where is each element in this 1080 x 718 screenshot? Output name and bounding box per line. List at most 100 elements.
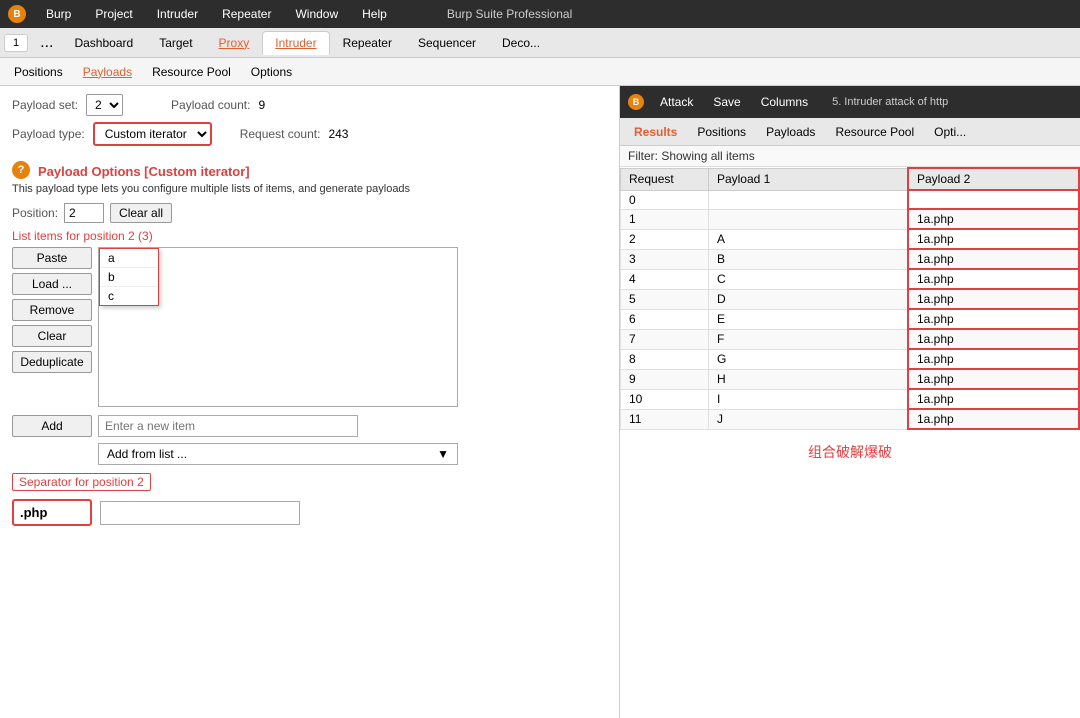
attack-tab-options[interactable]: Opti... [924, 122, 976, 142]
payload-set-row: Payload set: 2 1 3 Payload count: 9 [12, 94, 607, 116]
sub-tab-positions[interactable]: Positions [4, 62, 73, 82]
tab-dots[interactable]: ... [32, 34, 61, 52]
table-row[interactable]: 8G1a.php [621, 349, 1080, 369]
attack-tab-results[interactable]: Results [624, 122, 687, 142]
add-input[interactable] [98, 415, 358, 437]
table-row[interactable]: 5D1a.php [621, 289, 1080, 309]
cell-request: 1 [621, 209, 709, 229]
attack-menu-attack[interactable]: Attack [656, 93, 697, 111]
cell-payload1 [708, 190, 908, 209]
deduplicate-button[interactable]: Deduplicate [12, 351, 92, 373]
cell-payload1: G [708, 349, 908, 369]
list-area: Paste Load ... Remove Clear Deduplicate … [12, 247, 607, 407]
add-button[interactable]: Add [12, 415, 92, 437]
cell-request: 2 [621, 229, 709, 249]
cell-payload2: 1a.php [908, 309, 1079, 329]
separator-input[interactable] [12, 499, 92, 526]
tab-decoder[interactable]: Deco... [489, 31, 553, 55]
list-item[interactable]: b [100, 268, 158, 287]
menu-project[interactable]: Project [91, 5, 136, 23]
tab-target[interactable]: Target [146, 31, 205, 55]
table-row[interactable]: 2A1a.php [621, 229, 1080, 249]
chinese-text: 组合破解爆破 [620, 430, 1080, 474]
col-header-payload2[interactable]: Payload 2 [908, 168, 1079, 190]
results-table: Request Payload 1 Payload 2 011a.php2A1a… [620, 167, 1080, 430]
tab-proxy[interactable]: Proxy [206, 31, 263, 55]
list-header: List items for position 2 (3) [12, 229, 607, 243]
cell-payload2: 1a.php [908, 409, 1079, 429]
burp-logo: B [8, 5, 26, 23]
list-item[interactable]: c [100, 287, 158, 305]
cell-request: 6 [621, 309, 709, 329]
tab-intruder[interactable]: Intruder [262, 31, 329, 55]
menu-intruder[interactable]: Intruder [153, 5, 202, 23]
tab-number: 1 [4, 34, 28, 52]
remove-button[interactable]: Remove [12, 299, 92, 321]
cell-request: 8 [621, 349, 709, 369]
separator-section: Separator for position 2 [12, 473, 607, 526]
payload-type-row: Payload type: Custom iterator Simple lis… [12, 122, 607, 146]
results-table-container[interactable]: Request Payload 1 Payload 2 011a.php2A1a… [620, 167, 1080, 718]
cell-payload1: B [708, 249, 908, 269]
table-row[interactable]: 3B1a.php [621, 249, 1080, 269]
attack-menu-columns[interactable]: Columns [757, 93, 812, 111]
attack-logo: B [628, 94, 644, 110]
separator-label: Separator for position 2 [12, 473, 151, 491]
attack-menu-save[interactable]: Save [709, 93, 744, 111]
main-content: Payload set: 2 1 3 Payload count: 9 Payl… [0, 86, 1080, 718]
tab-sequencer[interactable]: Sequencer [405, 31, 489, 55]
sub-tab-options[interactable]: Options [241, 62, 302, 82]
right-panel: B Attack Save Columns 5. Intruder attack… [620, 86, 1080, 718]
tab-dashboard[interactable]: Dashboard [61, 31, 146, 55]
payload-set-select[interactable]: 2 1 3 [86, 94, 123, 116]
menu-burp[interactable]: Burp [42, 5, 75, 23]
attack-tab-positions[interactable]: Positions [687, 122, 756, 142]
section-title: Payload Options [Custom iterator] [38, 164, 250, 179]
menu-repeater[interactable]: Repeater [218, 5, 275, 23]
dropdown-arrow-icon: ▼ [437, 447, 449, 461]
table-row[interactable]: 4C1a.php [621, 269, 1080, 289]
table-row[interactable]: 7F1a.php [621, 329, 1080, 349]
tab-repeater[interactable]: Repeater [330, 31, 405, 55]
payload-set-label: Payload set: [12, 98, 78, 112]
table-row[interactable]: 9H1a.php [621, 369, 1080, 389]
col-header-payload1[interactable]: Payload 1 [708, 168, 908, 190]
table-row[interactable]: 0 [621, 190, 1080, 209]
filter-bar: Filter: Showing all items [620, 146, 1080, 167]
cell-payload2: 1a.php [908, 329, 1079, 349]
table-row[interactable]: 6E1a.php [621, 309, 1080, 329]
table-row[interactable]: 10I1a.php [621, 389, 1080, 409]
clear-all-button[interactable]: Clear all [110, 203, 172, 223]
list-box: a b c ▶ [98, 247, 458, 407]
separator-extra-input[interactable] [100, 501, 300, 525]
help-icon[interactable]: ? [12, 161, 30, 179]
attack-tab-resource-pool[interactable]: Resource Pool [825, 122, 924, 142]
cell-payload1: J [708, 409, 908, 429]
table-row[interactable]: 11J1a.php [621, 409, 1080, 429]
cell-payload1: H [708, 369, 908, 389]
cell-request: 10 [621, 389, 709, 409]
cell-payload1: E [708, 309, 908, 329]
position-input[interactable] [64, 203, 104, 223]
table-row[interactable]: 11a.php [621, 209, 1080, 229]
cell-payload2: 1a.php [908, 349, 1079, 369]
cell-payload2: 1a.php [908, 369, 1079, 389]
attack-tab-payloads[interactable]: Payloads [756, 122, 825, 142]
payload-type-label: Payload type: [12, 127, 85, 141]
menu-window[interactable]: Window [291, 5, 342, 23]
sub-tab-payloads[interactable]: Payloads [73, 62, 142, 82]
load-button[interactable]: Load ... [12, 273, 92, 295]
menu-help[interactable]: Help [358, 5, 391, 23]
payload-count-value: 9 [258, 98, 265, 112]
position-label: Position: [12, 206, 58, 220]
add-from-list-dropdown[interactable]: Add from list ... ▼ [98, 443, 458, 465]
clear-button[interactable]: Clear [12, 325, 92, 347]
add-row: Add [12, 415, 607, 437]
cell-request: 0 [621, 190, 709, 209]
cell-request: 4 [621, 269, 709, 289]
payload-type-select[interactable]: Custom iterator Simple list Runtime file [93, 122, 212, 146]
paste-button[interactable]: Paste [12, 247, 92, 269]
sub-tab-resource-pool[interactable]: Resource Pool [142, 62, 241, 82]
list-item[interactable]: a [100, 249, 158, 268]
col-header-request[interactable]: Request [621, 168, 709, 190]
